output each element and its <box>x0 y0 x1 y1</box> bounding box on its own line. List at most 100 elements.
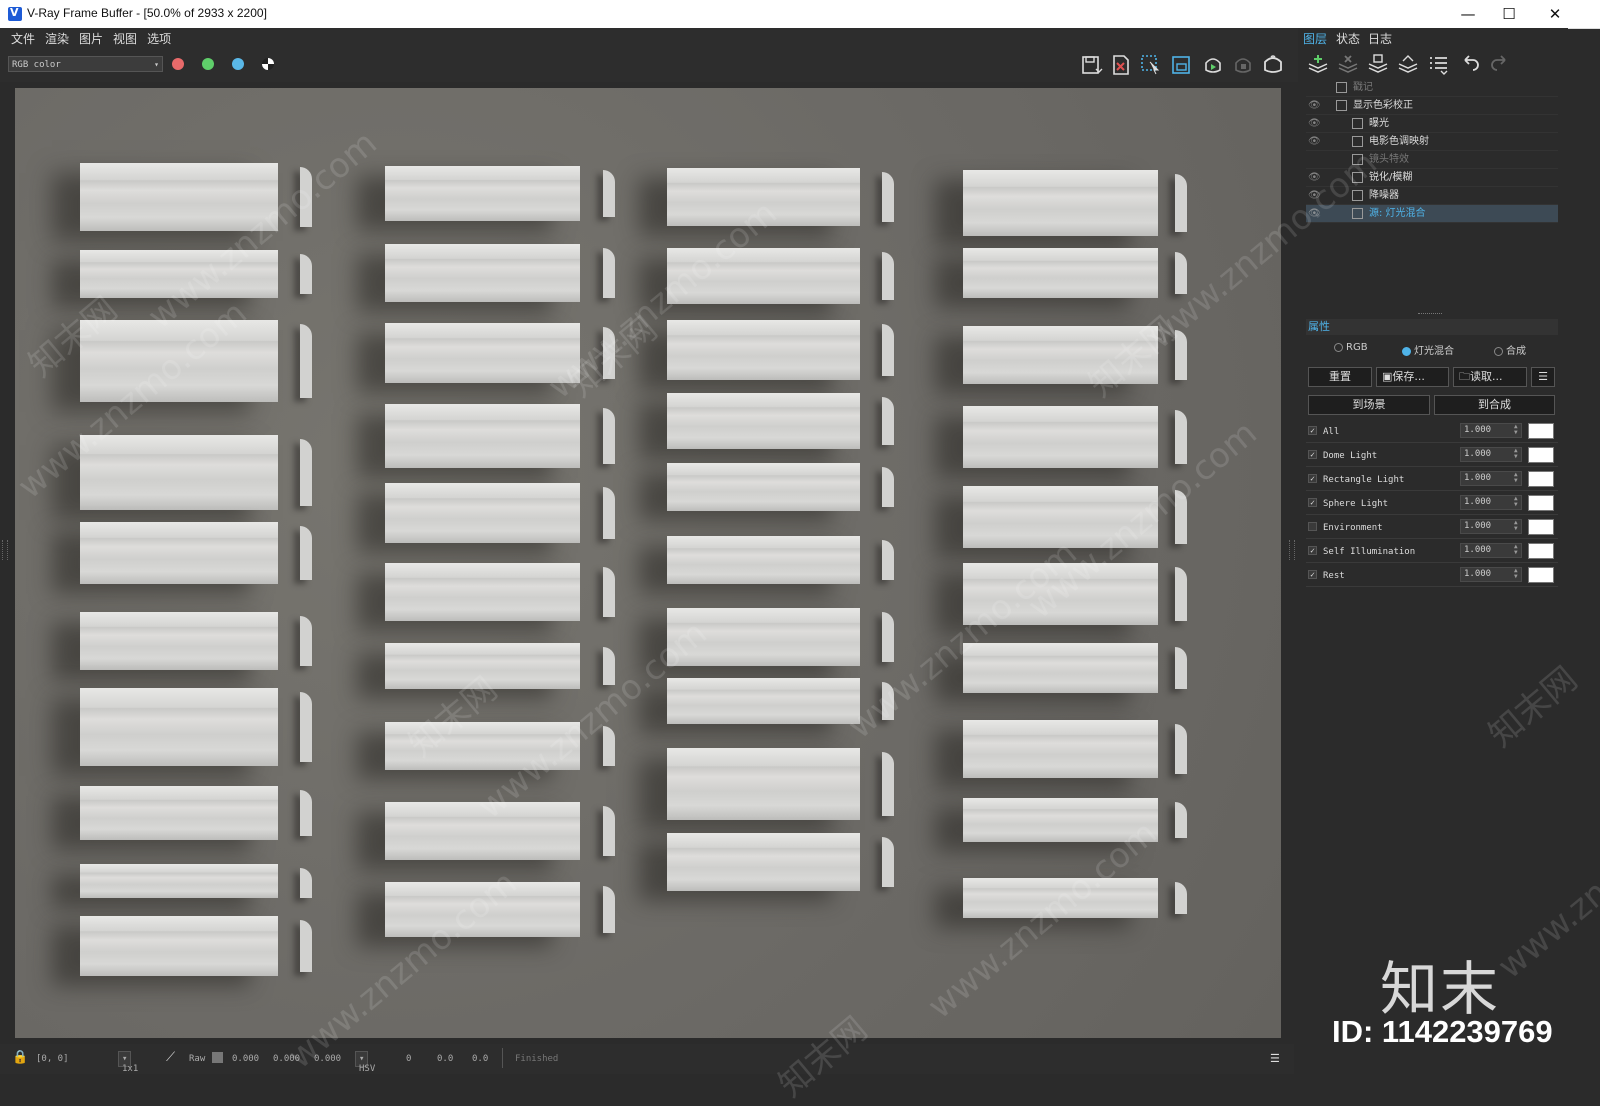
interactive-render-icon[interactable] <box>1261 53 1285 77</box>
add-layer-icon[interactable] <box>1306 52 1330 76</box>
layer-row[interactable]: 镜头特效 <box>1306 151 1558 169</box>
spinner-icon[interactable]: ▲ ▼ <box>1514 496 1518 508</box>
lightmix-multiplier[interactable]: 1.000 <box>1460 423 1522 438</box>
to-composite-button[interactable]: 到合成 <box>1434 395 1555 415</box>
molding-profile <box>300 616 312 666</box>
log-icon[interactable]: ☰ <box>1270 1052 1280 1065</box>
lightmix-checkbox[interactable] <box>1308 522 1317 531</box>
lightmix-color-swatch[interactable] <box>1528 447 1554 463</box>
eye-icon[interactable]: 👁 <box>1308 115 1321 132</box>
eye-icon[interactable]: 👁 <box>1308 205 1321 222</box>
lightmix-menu-button[interactable]: ☰ <box>1531 367 1555 387</box>
lightmix-color-swatch[interactable] <box>1528 543 1554 559</box>
crown-molding <box>80 435 278 510</box>
mode-lightmix[interactable]: 灯光混合 <box>1402 342 1454 357</box>
mode-composite[interactable]: 合成 <box>1494 342 1526 357</box>
lightmix-multiplier[interactable]: 1.000 <box>1460 447 1522 462</box>
menu-file[interactable]: 文件 <box>6 28 40 50</box>
eye-icon[interactable]: 👁 <box>1308 97 1321 114</box>
menu-image[interactable]: 图片 <box>74 28 108 50</box>
render-viewport[interactable] <box>0 82 1294 1044</box>
left-panel-grip[interactable] <box>2 540 8 560</box>
region-render-icon[interactable] <box>1169 53 1193 77</box>
green-channel-toggle[interactable] <box>202 58 214 70</box>
spinner-icon[interactable]: ▲ ▼ <box>1514 448 1518 460</box>
undo-icon[interactable] <box>1458 52 1482 76</box>
lightmix-checkbox[interactable]: ✓ <box>1308 498 1317 507</box>
colorspace-select[interactable]: HSV ▾ <box>355 1051 375 1074</box>
layer-row[interactable]: 👁 电影色调映射 <box>1306 133 1558 151</box>
delete-layer-icon[interactable] <box>1336 52 1360 76</box>
stop-render-icon[interactable] <box>1231 53 1255 77</box>
lightmix-checkbox[interactable]: ✓ <box>1308 426 1317 435</box>
lightmix-color-swatch[interactable] <box>1528 495 1554 511</box>
lightmix-checkbox[interactable]: ✓ <box>1308 546 1317 555</box>
redo-icon[interactable] <box>1488 52 1512 76</box>
layer-row[interactable]: 👁 锐化/模糊 <box>1306 169 1558 187</box>
radio-lightmix[interactable] <box>1402 346 1411 356</box>
layer-row[interactable]: 👁 源: 灯光混合 <box>1306 205 1558 223</box>
save-button[interactable]: ▣保存... <box>1376 367 1449 387</box>
layer-row[interactable]: 戳记 <box>1306 79 1558 97</box>
load-layers-icon[interactable] <box>1396 52 1420 76</box>
eye-icon[interactable]: 👁 <box>1308 169 1321 186</box>
tab-layers[interactable]: 图层 <box>1303 30 1327 47</box>
lightmix-multiplier[interactable]: 1.000 <box>1460 495 1522 510</box>
lightmix-checkbox[interactable]: ✓ <box>1308 450 1317 459</box>
spinner-icon[interactable]: ▲ ▼ <box>1514 544 1518 556</box>
save-image-icon[interactable] <box>1079 53 1103 77</box>
lightmix-checkbox[interactable]: ✓ <box>1308 474 1317 483</box>
menu-view[interactable]: 视图 <box>108 28 142 50</box>
lightmix-multiplier[interactable]: 1.000 <box>1460 543 1522 558</box>
lightmix-color-swatch[interactable] <box>1528 423 1554 439</box>
crown-molding <box>667 320 860 380</box>
lightmix-color-swatch[interactable] <box>1528 519 1554 535</box>
eye-icon[interactable]: 👁 <box>1308 133 1321 150</box>
spinner-icon[interactable]: ▲ ▼ <box>1514 520 1518 532</box>
lightmix-color-swatch[interactable] <box>1528 471 1554 487</box>
alpha-channel-toggle[interactable] <box>262 58 274 70</box>
track-mouse-icon[interactable] <box>1139 53 1163 77</box>
layer-row[interactable]: 👁 降噪器 <box>1306 187 1558 205</box>
reset-button[interactable]: 重置 <box>1308 367 1372 387</box>
spinner-icon[interactable]: ▲ ▼ <box>1514 568 1518 580</box>
spinner-icon[interactable]: ▲ ▼ <box>1514 472 1518 484</box>
minimize-button[interactable]: — <box>1445 2 1491 26</box>
tab-log[interactable]: 日志 <box>1368 30 1392 47</box>
curve-icon[interactable]: ⟋ <box>166 1050 175 1065</box>
menu-options[interactable]: 选项 <box>142 28 176 50</box>
layer-row[interactable]: 👁 曝光 <box>1306 115 1558 133</box>
lightmix-multiplier[interactable]: 1.000 <box>1460 519 1522 534</box>
menu-render[interactable]: 渲染 <box>40 28 74 50</box>
maximize-button[interactable]: ☐ <box>1486 2 1532 26</box>
molding-profile <box>300 167 312 227</box>
red-channel-toggle[interactable] <box>172 58 184 70</box>
channel-select[interactable]: RGB color ▾ <box>8 56 163 72</box>
clear-image-icon[interactable] <box>1109 53 1133 77</box>
layer-list-icon[interactable] <box>1426 52 1450 76</box>
molding-profile <box>882 540 894 580</box>
load-button[interactable]: 🗀读取... <box>1453 367 1527 387</box>
eye-icon[interactable]: 👁 <box>1308 187 1321 204</box>
zoom-select[interactable]: 1x1 ▾ <box>118 1051 138 1074</box>
layer-row[interactable]: 👁 显示色彩校正 <box>1306 97 1558 115</box>
mode-lightmix-label: 灯光混合 <box>1414 346 1454 357</box>
spinner-icon[interactable]: ▲ ▼ <box>1514 424 1518 436</box>
tab-status[interactable]: 状态 <box>1336 30 1360 47</box>
to-scene-button[interactable]: 到场景 <box>1308 395 1430 415</box>
lightmix-checkbox[interactable]: ✓ <box>1308 570 1317 579</box>
mode-rgb[interactable]: RGB <box>1334 342 1368 353</box>
right-panel-grip[interactable] <box>1289 540 1295 560</box>
blue-channel-toggle[interactable] <box>232 58 244 70</box>
lock-icon[interactable]: 🔒 <box>12 1050 28 1065</box>
lightmix-multiplier[interactable]: 1.000 <box>1460 567 1522 582</box>
lightmix-multiplier[interactable]: 1.000 <box>1460 471 1522 486</box>
panel-splitter[interactable] <box>1418 313 1442 316</box>
radio-rgb[interactable] <box>1334 342 1343 352</box>
lightmix-color-swatch[interactable] <box>1528 567 1554 583</box>
close-button[interactable]: ✕ <box>1532 2 1578 26</box>
radio-composite[interactable] <box>1494 346 1503 356</box>
save-layers-icon[interactable] <box>1366 52 1390 76</box>
render-icon[interactable] <box>1201 53 1225 77</box>
render-image[interactable] <box>15 88 1281 1038</box>
